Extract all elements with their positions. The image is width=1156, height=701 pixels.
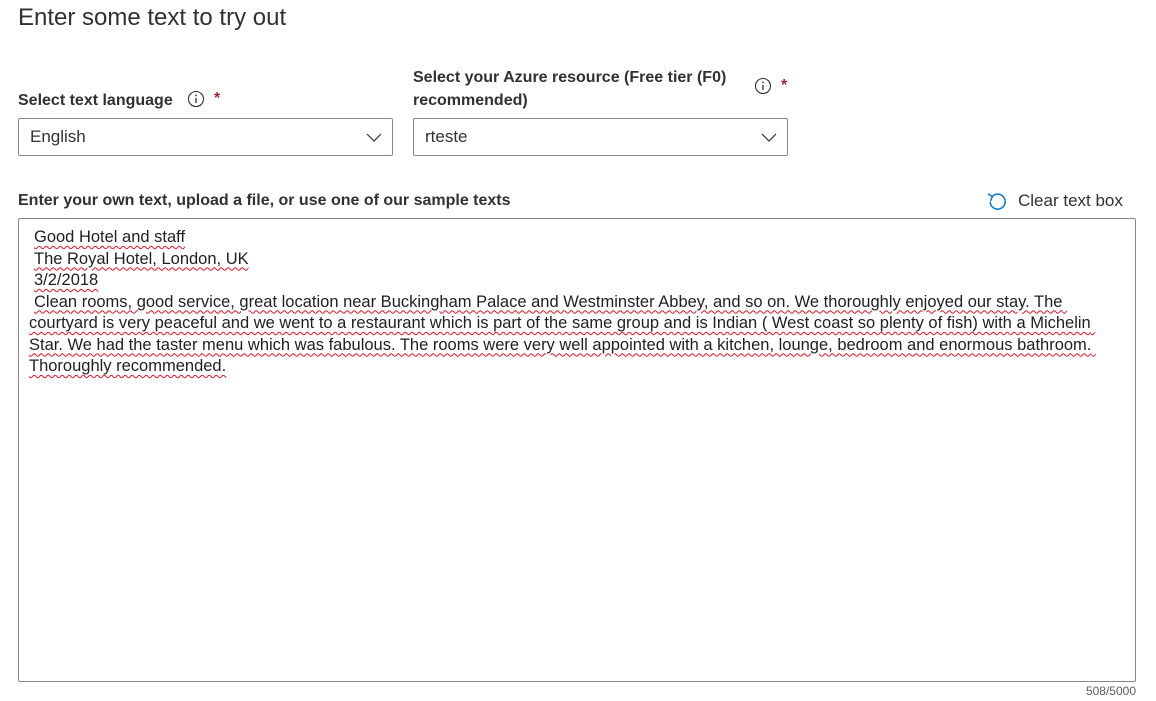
text-line: Good Hotel and staff bbox=[34, 228, 186, 246]
text-input-label: Enter your own text, upload a file, or u… bbox=[18, 192, 511, 209]
language-label: Select text language bbox=[18, 92, 173, 109]
text-line: The Royal Hotel, London, UK bbox=[34, 249, 249, 268]
info-icon[interactable] bbox=[754, 77, 772, 95]
chevron-down-icon bbox=[366, 133, 382, 142]
sample-text-area[interactable]: Good Hotel and staff The Royal Hotel, Lo… bbox=[18, 218, 1136, 682]
resource-label: Select your Azure resource (Free tier (F… bbox=[413, 66, 726, 112]
chevron-down-icon bbox=[761, 133, 777, 142]
character-count: 508/5000 bbox=[1085, 684, 1136, 698]
clear-text-label: Clear text box bbox=[1018, 191, 1123, 210]
resource-label-line1: Select your Azure resource (Free tier (F… bbox=[413, 69, 727, 86]
language-dropdown[interactable]: English bbox=[18, 118, 393, 156]
info-icon[interactable] bbox=[187, 90, 205, 108]
required-marker: * bbox=[214, 90, 221, 107]
text-paragraph: Clean rooms, good service, great locatio… bbox=[29, 292, 1096, 376]
page-title: Enter some text to try out bbox=[18, 4, 287, 31]
text-line: Clean rooms, good service, great locatio… bbox=[29, 292, 1123, 378]
undo-icon bbox=[987, 193, 1006, 210]
required-marker: * bbox=[781, 77, 788, 94]
resource-selected-value: rteste bbox=[425, 127, 468, 146]
language-selected-value: English bbox=[30, 127, 86, 146]
text-line: 3/2/2018 bbox=[34, 271, 99, 289]
clear-text-button[interactable]: Clear text box bbox=[986, 188, 1123, 214]
resource-dropdown[interactable]: rteste bbox=[413, 118, 788, 156]
resource-label-line2: recommended) bbox=[413, 92, 528, 109]
